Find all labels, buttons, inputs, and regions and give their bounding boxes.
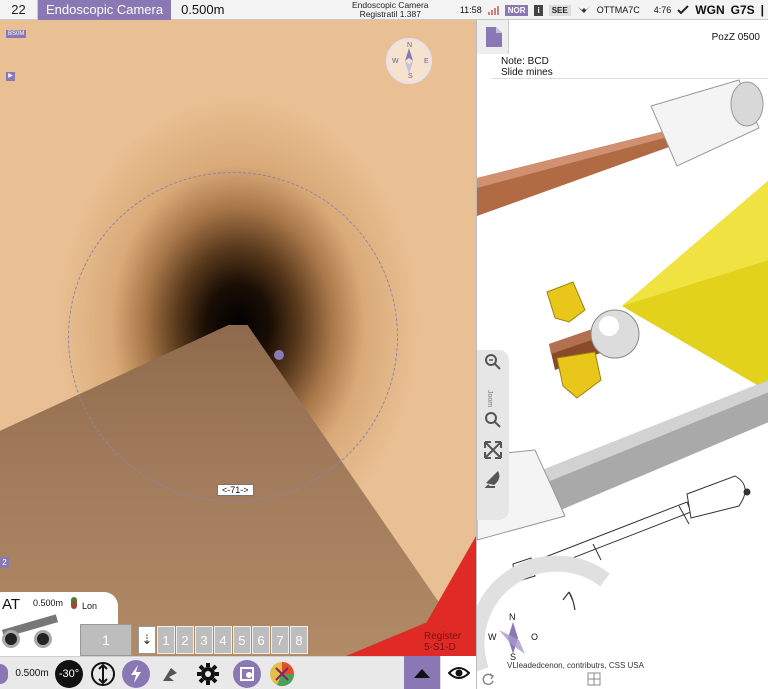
grid-icon[interactable]: [587, 672, 601, 686]
layers-icon: [233, 659, 261, 688]
zoom-out-icon: [485, 412, 501, 428]
orientation-compass[interactable]: N W O S: [485, 610, 541, 666]
frame-strip: ⇣ 12345678: [138, 626, 308, 654]
frame-thumb[interactable]: 3: [195, 626, 213, 654]
settings-button[interactable]: [192, 657, 224, 689]
camera-badge: BS0M: [6, 30, 27, 38]
angle-button[interactable]: -30°: [52, 657, 86, 689]
ratio-label: 4:76: [653, 5, 672, 15]
play-icon[interactable]: ▶: [6, 72, 15, 81]
status-tray: 11:58 NOR i SEE OTTMA7C 4:76 WGN G7S |: [460, 0, 768, 20]
frame-thumb[interactable]: 2: [176, 626, 194, 654]
frame-thumb[interactable]: 5: [233, 626, 251, 654]
nor-badge[interactable]: NOR: [504, 4, 529, 16]
zoom-in-button[interactable]: [483, 352, 503, 372]
bird-icon: [577, 6, 590, 13]
yellow-fin-lower: [556, 351, 602, 399]
lon-label: Lon: [82, 601, 98, 611]
leaf-button[interactable]: [156, 657, 184, 689]
height-button[interactable]: [88, 657, 118, 689]
frame-thumb[interactable]: 8: [290, 626, 308, 654]
id-label: OTTMA7C: [596, 5, 640, 15]
compass-rose-icon: [499, 622, 525, 654]
layers-button[interactable]: [230, 657, 264, 689]
compass-icon[interactable]: N S E W: [386, 38, 432, 84]
up-arrow-icon: [414, 668, 430, 678]
note-text: Note: BCD Slide mines: [501, 56, 553, 78]
recording-sub: Registratil 1.387: [359, 9, 421, 19]
zoom-toolbar: Joom: [477, 350, 509, 520]
recording-info: Endoscopic Camera Registratil 1.387: [352, 0, 429, 20]
fit-view-button[interactable]: [483, 440, 503, 460]
satellite-dish-icon: [484, 471, 500, 488]
scale-readout: 0.500m: [181, 2, 225, 17]
zoom-label: Joom: [486, 390, 493, 408]
rotate-arrow-icon: [562, 591, 576, 611]
frame-indicator[interactable]: 1: [80, 624, 132, 656]
pie-chart-icon: [270, 661, 295, 686]
document-tab[interactable]: [477, 20, 509, 54]
right-label-1: WGN: [695, 3, 725, 17]
endoscopic-camera-view[interactable]: BS0M ▶ 2 N S E W <-71-> Register 5-S1-D: [0, 20, 476, 656]
at-label: AT: [2, 596, 21, 613]
wheel-icon: [34, 630, 52, 648]
divider: [491, 78, 768, 79]
battery-icon: [71, 597, 77, 609]
satellite-button[interactable]: [483, 468, 503, 488]
camera-title[interactable]: Endoscopic Camera: [38, 0, 172, 20]
up-arrow-button[interactable]: [404, 656, 440, 689]
eye-icon: [447, 666, 470, 679]
lightning-button[interactable]: [120, 657, 152, 689]
leaf-icon: [163, 667, 177, 681]
zoom-in-icon: [485, 354, 501, 370]
signal-icon: [487, 5, 499, 15]
frame-thumb[interactable]: 6: [252, 626, 270, 654]
side-badge[interactable]: 2: [0, 557, 9, 568]
pie-chart-button[interactable]: [266, 657, 298, 689]
document-icon: [485, 27, 502, 47]
angle-icon: -30°: [55, 659, 83, 688]
frame-thumb[interactable]: 7: [271, 626, 289, 654]
frame-thumb[interactable]: 4: [214, 626, 232, 654]
register-label: Register 5-S1-D: [424, 631, 462, 653]
wheel-icon: [2, 630, 20, 648]
overlay-scale: 0.500m: [33, 598, 64, 608]
model-3d-panel[interactable]: PozZ 0500 Note: BCD Slide mines Joom N W: [476, 20, 768, 689]
ball-highlight: [599, 316, 619, 336]
eye-button[interactable]: [440, 656, 476, 689]
refresh-icon[interactable]: [481, 672, 495, 686]
frame-thumb-selected[interactable]: ⇣: [138, 626, 156, 654]
top-status-bar: 22 Endoscopic Camera 0.500m Endoscopic C…: [0, 0, 768, 20]
lightning-icon: [122, 659, 150, 688]
menu-icon[interactable]: |: [761, 3, 764, 17]
zoom-out-button[interactable]: [483, 410, 503, 430]
attribution-text: VLleadedcenon, contributrs, CSS USA: [507, 661, 644, 670]
right-label-2: G7S: [730, 3, 755, 17]
clock: 11:58: [459, 5, 482, 15]
check-icon: [677, 5, 689, 15]
frame-number[interactable]: 22: [0, 0, 38, 20]
left-edge-icon: [0, 657, 8, 689]
info-badge[interactable]: i: [534, 4, 543, 16]
expand-icon: [484, 441, 502, 459]
yellow-fin-upper: [546, 281, 586, 323]
bottom-scale: 0.500m: [15, 668, 49, 679]
cone-cap: [730, 81, 764, 127]
target-marker[interactable]: [274, 350, 284, 360]
gear-icon: [197, 662, 219, 685]
frame-thumb[interactable]: 1: [157, 626, 175, 654]
app-root: 22 Endoscopic Camera 0.500m Endoscopic C…: [0, 0, 768, 689]
see-badge[interactable]: SEE: [548, 4, 571, 16]
pipe-3d-view[interactable]: [477, 20, 768, 689]
position-label: PozZ 0500: [711, 32, 760, 43]
height-icon: [91, 661, 115, 686]
distance-marker[interactable]: <-71->: [217, 484, 254, 496]
measurement-ring[interactable]: [68, 172, 398, 502]
